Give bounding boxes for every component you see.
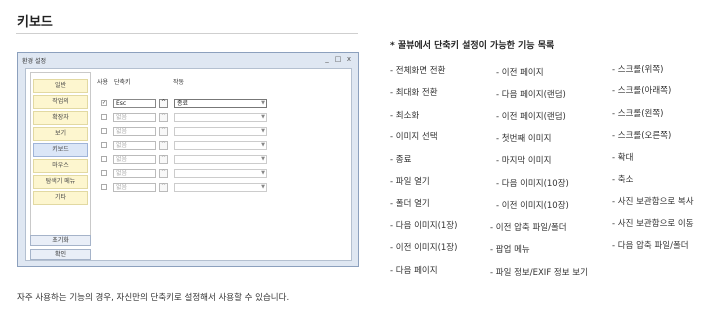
use-checkbox[interactable] xyxy=(101,170,107,176)
list-item: - 다음 페이지 xyxy=(390,266,438,276)
list-item: - 파일 열기 xyxy=(390,177,430,187)
use-checkbox[interactable]: ✓ xyxy=(101,100,107,106)
list-item: - 이미지 선택 xyxy=(390,132,438,142)
list-item: - 전체화면 전환 xyxy=(390,66,446,76)
caption-text: 자주 사용하는 기능의 경우, 자신만의 단축키로 설정해서 사용할 수 있습니… xyxy=(17,293,290,303)
list-item: - 파일 정보/EXIF 정보 보기 xyxy=(490,268,588,278)
shortcut-input[interactable]: 없음 xyxy=(113,113,156,122)
action-value: 종료 xyxy=(177,100,189,107)
action-select[interactable]: ▼ xyxy=(174,127,267,136)
divider xyxy=(16,33,358,34)
nav-item-explorer-menu[interactable]: 탐색기 메뉴 xyxy=(33,175,88,189)
dialog-content: 일반 작업의 확장자 보기 키보드 마우스 탐색기 메뉴 기타 초기화 확인 사… xyxy=(25,68,352,261)
shortcut-input[interactable]: 없음 xyxy=(113,183,156,192)
nav-item-task[interactable]: 작업의 xyxy=(33,95,88,109)
chevron-down-icon: ▼ xyxy=(261,156,265,162)
list-item: - 이전 페이지(랜덤) xyxy=(496,112,566,122)
use-checkbox[interactable] xyxy=(101,114,107,120)
section-title: 키보드 xyxy=(17,15,53,30)
list-item: - 종료 xyxy=(390,155,412,165)
modifier-button[interactable]: ^ xyxy=(159,155,168,164)
chevron-down-icon: ▼ xyxy=(261,100,265,106)
chevron-down-icon: ▼ xyxy=(261,142,265,148)
list-item: - 팝업 메뉴 xyxy=(490,245,530,255)
chevron-down-icon: ▼ xyxy=(261,114,265,120)
shortcut-input[interactable]: 없음 xyxy=(113,141,156,150)
maximize-icon[interactable]: □ xyxy=(333,55,343,64)
modifier-button[interactable]: ^ xyxy=(159,183,168,192)
list-item: - 최소화 xyxy=(390,111,420,121)
shortcut-input[interactable]: 없음 xyxy=(113,169,156,178)
list-item: - 다음 이미지(10장) xyxy=(496,179,569,189)
use-checkbox[interactable] xyxy=(101,142,107,148)
list-item: - 마지막 이미지 xyxy=(496,156,552,166)
header-use: 사용 xyxy=(97,79,109,86)
list-item: - 다음 페이지(랜덤) xyxy=(496,90,566,100)
action-select[interactable]: ▼ xyxy=(174,113,267,122)
chevron-down-icon: ▼ xyxy=(261,128,265,134)
nav-item-view[interactable]: 보기 xyxy=(33,127,88,141)
list-item: - 스크롤(위쪽) xyxy=(612,65,664,75)
action-select[interactable]: ▼ xyxy=(174,169,267,178)
list-item: - 스크롤(오른쪽) xyxy=(612,131,672,141)
list-item: - 이전 페이지 xyxy=(496,68,544,78)
use-checkbox[interactable] xyxy=(101,156,107,162)
action-select[interactable]: ▼ xyxy=(174,155,267,164)
list-item: - 축소 xyxy=(612,175,634,185)
modifier-button[interactable]: ^ xyxy=(159,169,168,178)
list-item: - 이전 압축 파일/폴더 xyxy=(490,223,567,233)
shortcut-input[interactable]: 없음 xyxy=(113,155,156,164)
action-select[interactable]: 종료 ▼ xyxy=(174,99,267,108)
reset-button[interactable]: 초기화 xyxy=(30,235,91,246)
modifier-button[interactable]: ^ xyxy=(159,113,168,122)
modifier-button[interactable]: ^ xyxy=(159,141,168,150)
list-item: - 최대화 전환 xyxy=(390,88,438,98)
nav-item-keyboard[interactable]: 키보드 xyxy=(33,143,88,157)
shortcut-input[interactable]: Esc xyxy=(113,99,156,108)
use-checkbox[interactable] xyxy=(101,128,107,134)
dialog-title: 환경 설정 xyxy=(22,58,46,65)
nav-item-extensions[interactable]: 확장자 xyxy=(33,111,88,125)
list-item: - 사진 보관함으로 이동 xyxy=(612,219,694,229)
action-select[interactable]: ▼ xyxy=(174,183,267,192)
header-action: 작동 xyxy=(173,79,185,86)
modifier-button[interactable]: ^ xyxy=(159,99,168,108)
close-icon[interactable]: x xyxy=(344,55,354,64)
header-shortcut: 단축키 xyxy=(114,79,131,86)
feature-list-title: * 꿀뷰에서 단축키 설정이 가능한 기능 목록 xyxy=(390,41,555,51)
list-item: - 스크롤(아래쪽) xyxy=(612,86,672,96)
list-item: - 사진 보관함으로 복사 xyxy=(612,197,694,207)
list-item: - 스크롤(왼쪽) xyxy=(612,109,664,119)
nav-item-general[interactable]: 일반 xyxy=(33,79,88,93)
chevron-down-icon: ▼ xyxy=(261,170,265,176)
shortcut-input[interactable]: 없음 xyxy=(113,127,156,136)
list-item: - 다음 이미지(1장) xyxy=(390,221,458,231)
chevron-down-icon: ▼ xyxy=(261,184,265,190)
use-checkbox[interactable] xyxy=(101,184,107,190)
nav-item-etc[interactable]: 기타 xyxy=(33,191,88,205)
list-item: - 첫번째 이미지 xyxy=(496,134,552,144)
modifier-button[interactable]: ^ xyxy=(159,127,168,136)
list-item: - 이전 이미지(1장) xyxy=(390,243,458,253)
minimize-icon[interactable]: _ xyxy=(322,55,332,64)
action-select[interactable]: ▼ xyxy=(174,141,267,150)
list-item: - 이전 이미지(10장) xyxy=(496,201,569,211)
list-item: - 다음 압축 파일/폴더 xyxy=(612,241,689,251)
settings-nav: 일반 작업의 확장자 보기 키보드 마우스 탐색기 메뉴 기타 xyxy=(30,72,91,242)
list-item: - 확대 xyxy=(612,153,634,163)
settings-dialog: 환경 설정 _ □ x 일반 작업의 확장자 보기 키보드 마우스 탐색기 메뉴… xyxy=(17,52,359,267)
ok-button[interactable]: 확인 xyxy=(30,249,91,260)
list-item: - 폴더 열기 xyxy=(390,199,430,209)
nav-item-mouse[interactable]: 마우스 xyxy=(33,159,88,173)
